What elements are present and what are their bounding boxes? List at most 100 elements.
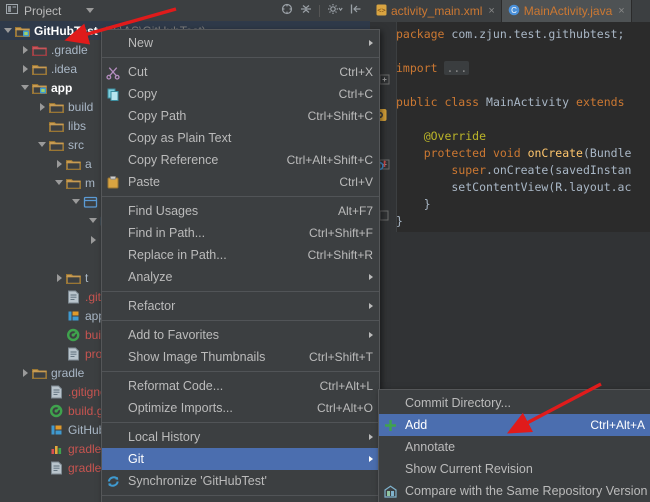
menu-item-icon-slot <box>102 429 124 445</box>
menu-item-show-image-thumbnails[interactable]: Show Image Thumbnails Ctrl+Shift+T <box>102 346 379 368</box>
menu-item-git[interactable]: Git <box>102 448 379 470</box>
gear-icon[interactable] <box>327 3 343 18</box>
menu-separator <box>102 57 379 58</box>
ide-window: Project GitHubTest(D:\AS\GitHubTest).gra… <box>0 0 650 502</box>
chevron-right-icon[interactable] <box>55 273 64 282</box>
menu-item-optimize-imports[interactable]: Optimize Imports... Ctrl+Alt+O <box>102 397 379 419</box>
chevron-down-icon[interactable] <box>55 178 64 187</box>
tree-item-label: .idea <box>51 61 78 76</box>
folder-icon <box>66 271 81 285</box>
menu-separator <box>102 320 379 321</box>
menu-item-label: Copy Reference <box>128 153 219 167</box>
chevron-right-icon[interactable] <box>21 368 30 377</box>
menu-item-show-current-revision[interactable]: Show Current Revision <box>379 458 650 480</box>
git-submenu[interactable]: Commit Directory... Add Ctrl+Alt+A Annotate… <box>378 389 650 502</box>
menu-item-cut[interactable]: Cut Ctrl+X <box>102 61 379 83</box>
expand-collapse-icon[interactable] <box>300 3 312 18</box>
text-file-icon <box>49 461 64 475</box>
menu-item-local-history[interactable]: Local History <box>102 426 379 448</box>
menu-item-icon-slot <box>102 269 124 285</box>
hide-panel-icon[interactable] <box>350 3 362 18</box>
close-icon[interactable]: × <box>488 5 494 17</box>
collapse-target-icon[interactable] <box>281 3 293 18</box>
add-plus-icon <box>379 417 401 433</box>
menu-item-copy[interactable]: Copy Ctrl+C <box>102 83 379 105</box>
menu-item-label: Show Image Thumbnails <box>128 350 266 364</box>
compare-icon <box>379 483 401 499</box>
close-icon[interactable]: × <box>618 5 624 17</box>
menu-item-copy-reference[interactable]: Copy Reference Ctrl+Alt+Shift+C <box>102 149 379 171</box>
menu-item-commit-directory[interactable]: Commit Directory... <box>379 392 650 414</box>
chevron-down-icon[interactable] <box>86 8 95 13</box>
folder-icon <box>49 119 64 133</box>
project-tool-window-title[interactable]: Project <box>0 3 95 19</box>
menu-item-label: Copy Path <box>128 109 187 123</box>
menu-item-label: Add <box>405 418 428 432</box>
menu-item-label: Add to Favorites <box>128 328 220 342</box>
chevron-right-icon[interactable] <box>89 235 98 244</box>
folder-icon <box>32 366 47 380</box>
text-file-icon <box>66 347 81 361</box>
project-view-icon <box>6 3 19 19</box>
menu-item-icon-slot <box>379 461 401 477</box>
context-menu[interactable]: New Cut Ctrl+X Copy Ctrl+C Copy Path Ctrl+Shif… <box>101 29 380 502</box>
chevron-right-icon[interactable] <box>21 45 30 54</box>
menu-item-label: Find Usages <box>128 204 199 218</box>
chevron-down-icon[interactable] <box>21 83 30 92</box>
synchronize-icon <box>102 473 124 489</box>
tree-item-label: gradle <box>51 365 85 380</box>
chevron-right-icon[interactable] <box>38 102 47 111</box>
menu-item-refactor[interactable]: Refactor <box>102 295 379 317</box>
menu-item-reformat-code[interactable]: Reformat Code... Ctrl+Alt+L <box>102 375 379 397</box>
menu-item-label: Optimize Imports... <box>128 401 233 415</box>
editor-tab-label: activity_main.xml <box>391 4 483 18</box>
menu-item-analyze[interactable]: Analyze <box>102 266 379 288</box>
menu-item-icon-slot <box>102 349 124 365</box>
text-file-icon <box>66 290 81 304</box>
menu-item-label: Cut <box>128 65 148 79</box>
menu-item-copy-as-plain-text[interactable]: Copy as Plain Text <box>102 127 379 149</box>
editor-tab-mainactivity-java[interactable]: C MainActivity.java × <box>501 0 632 22</box>
menu-item-label: Synchronize 'GitHubTest' <box>128 474 267 488</box>
chevron-right-icon[interactable] <box>55 159 64 168</box>
editor-tab-activity-main-xml[interactable]: <> activity_main.xml × <box>370 0 502 22</box>
menu-item-icon-slot <box>102 400 124 416</box>
menu-item-icon-slot <box>102 130 124 146</box>
menu-item-find-in-path[interactable]: Find in Path... Ctrl+Shift+F <box>102 222 379 244</box>
chevron-right-icon[interactable] <box>21 64 30 73</box>
tool-window-actions <box>281 3 370 18</box>
menu-item-label: Git <box>128 452 144 466</box>
menu-item-annotate[interactable]: Annotate <box>379 436 650 458</box>
menu-item-label: Compare with the Same Repository Version <box>405 484 648 498</box>
folder-excluded-icon <box>32 43 47 57</box>
xml-file-icon: <> <box>376 4 387 19</box>
chevron-down-icon[interactable] <box>4 26 13 35</box>
menu-item-label: Paste <box>128 175 160 189</box>
menu-item-synchronize-githubtest[interactable]: Synchronize 'GitHubTest' <box>102 470 379 492</box>
menu-item-add-to-favorites[interactable]: Add to Favorites <box>102 324 379 346</box>
menu-item-shortcut: Ctrl+Shift+T <box>308 350 373 364</box>
iml-file-icon <box>49 423 64 437</box>
menu-item-icon-slot <box>379 395 401 411</box>
menu-item-copy-path[interactable]: Copy Path Ctrl+Shift+C <box>102 105 379 127</box>
menu-item-find-usages[interactable]: Find Usages Alt+F7 <box>102 200 379 222</box>
menu-item-paste[interactable]: Paste Ctrl+V <box>102 171 379 193</box>
chevron-down-icon[interactable] <box>89 216 98 225</box>
menu-item-icon-slot <box>379 439 401 455</box>
chevron-down-icon[interactable] <box>38 140 47 149</box>
chevron-down-icon[interactable] <box>72 197 81 206</box>
menu-item-label: Show Current Revision <box>405 462 533 476</box>
gradle-file-icon <box>49 404 64 418</box>
copy-icon <box>102 86 124 102</box>
menu-item-new[interactable]: New <box>102 32 379 54</box>
editor-tab-bar: <> activity_main.xml × C MainActivity.ja… <box>370 0 650 22</box>
menu-item-add[interactable]: Add Ctrl+Alt+A <box>379 414 650 436</box>
menu-item-label: Copy <box>128 87 158 101</box>
menu-item-label: Refactor <box>128 299 176 313</box>
menu-item-replace-in-path[interactable]: Replace in Path... Ctrl+Shift+R <box>102 244 379 266</box>
menu-item-compare-with-the-same-repository-version[interactable]: Compare with the Same Repository Version <box>379 480 650 502</box>
